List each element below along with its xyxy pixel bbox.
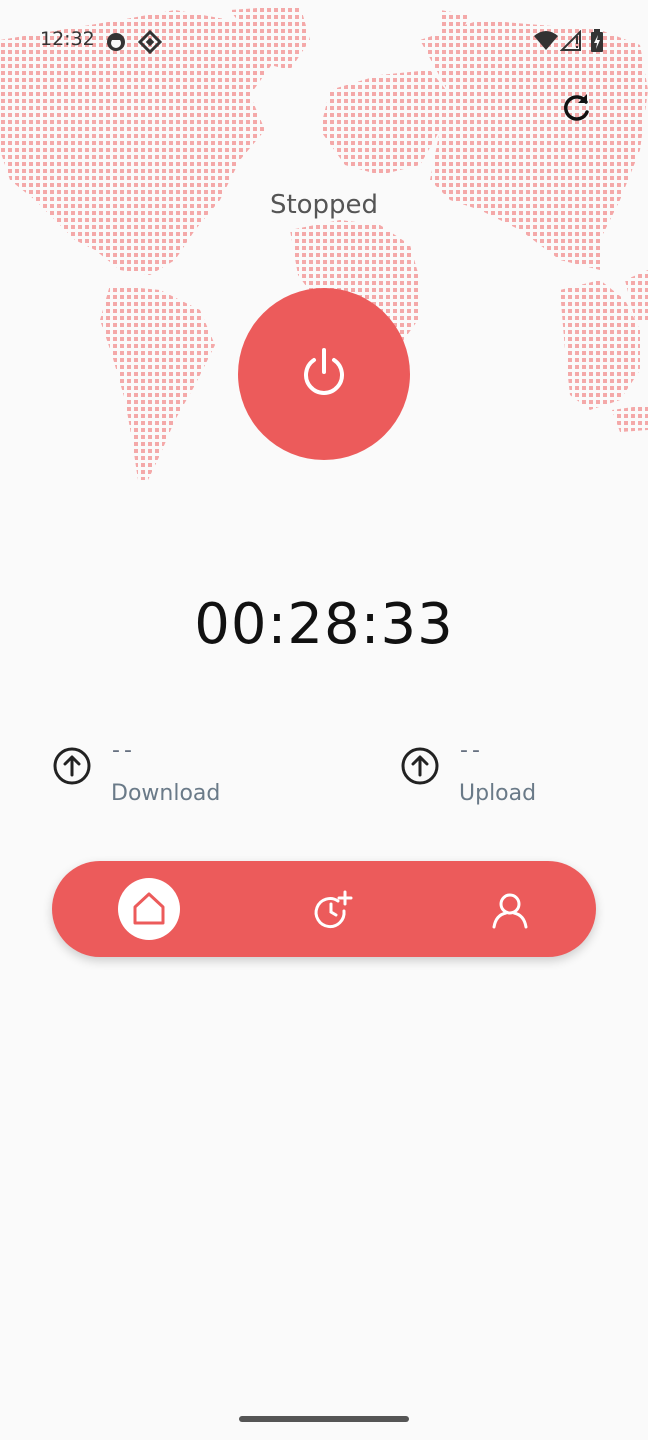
power-button[interactable] xyxy=(238,288,410,460)
status-time: 12:32 xyxy=(40,28,95,50)
status-bar: 12:32 xyxy=(0,0,648,80)
nav-account-button[interactable] xyxy=(488,889,532,933)
upload-arrow-icon xyxy=(401,747,439,785)
connection-status-label: Stopped xyxy=(269,190,379,220)
cellular-signal-icon xyxy=(560,30,581,51)
download-arrow-icon xyxy=(53,747,91,785)
connection-timer: 00:28:33 xyxy=(194,592,454,657)
gesture-home-indicator[interactable] xyxy=(239,1416,409,1422)
wifi-icon xyxy=(534,31,558,50)
bottom-navigation xyxy=(52,861,596,957)
upload-value: -- xyxy=(460,738,484,763)
diamond-app-icon xyxy=(138,30,162,54)
battery-icon xyxy=(591,29,603,52)
power-icon xyxy=(304,348,344,395)
nav-home-button[interactable] xyxy=(118,878,180,940)
refresh-button[interactable] xyxy=(556,88,596,128)
nav-history-button[interactable] xyxy=(310,889,354,933)
home-icon xyxy=(133,892,165,925)
download-value: -- xyxy=(112,738,136,763)
upload-label: Upload xyxy=(459,781,537,806)
app-notification-icon xyxy=(107,33,125,51)
download-label: Download xyxy=(111,781,221,806)
